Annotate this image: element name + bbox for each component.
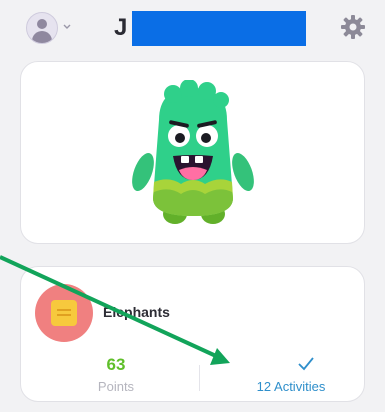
class-card[interactable]: Elephants 63 Points 12 Activities (20, 266, 365, 402)
check-icon (298, 357, 314, 371)
note-icon (51, 300, 77, 326)
header: J (0, 0, 385, 58)
gear-icon[interactable] (340, 14, 366, 40)
note-line (57, 314, 71, 316)
avatar-body (32, 31, 52, 43)
user-name: J (114, 14, 128, 41)
activities-link[interactable]: 12 Activities (229, 379, 353, 394)
class-name: Elephants (103, 304, 170, 320)
divider (199, 365, 200, 391)
class-icon (35, 284, 93, 342)
monster-avatar (132, 80, 254, 224)
monster-card[interactable] (20, 61, 365, 244)
avatar-head (37, 19, 47, 29)
user-icon (26, 12, 58, 44)
redaction-box (132, 11, 306, 46)
points-value: 63 (106, 355, 126, 374)
note-line (57, 309, 71, 311)
chevron-down-icon (63, 24, 71, 29)
points-label: Points (97, 379, 135, 394)
profile-menu-button[interactable] (26, 12, 74, 44)
